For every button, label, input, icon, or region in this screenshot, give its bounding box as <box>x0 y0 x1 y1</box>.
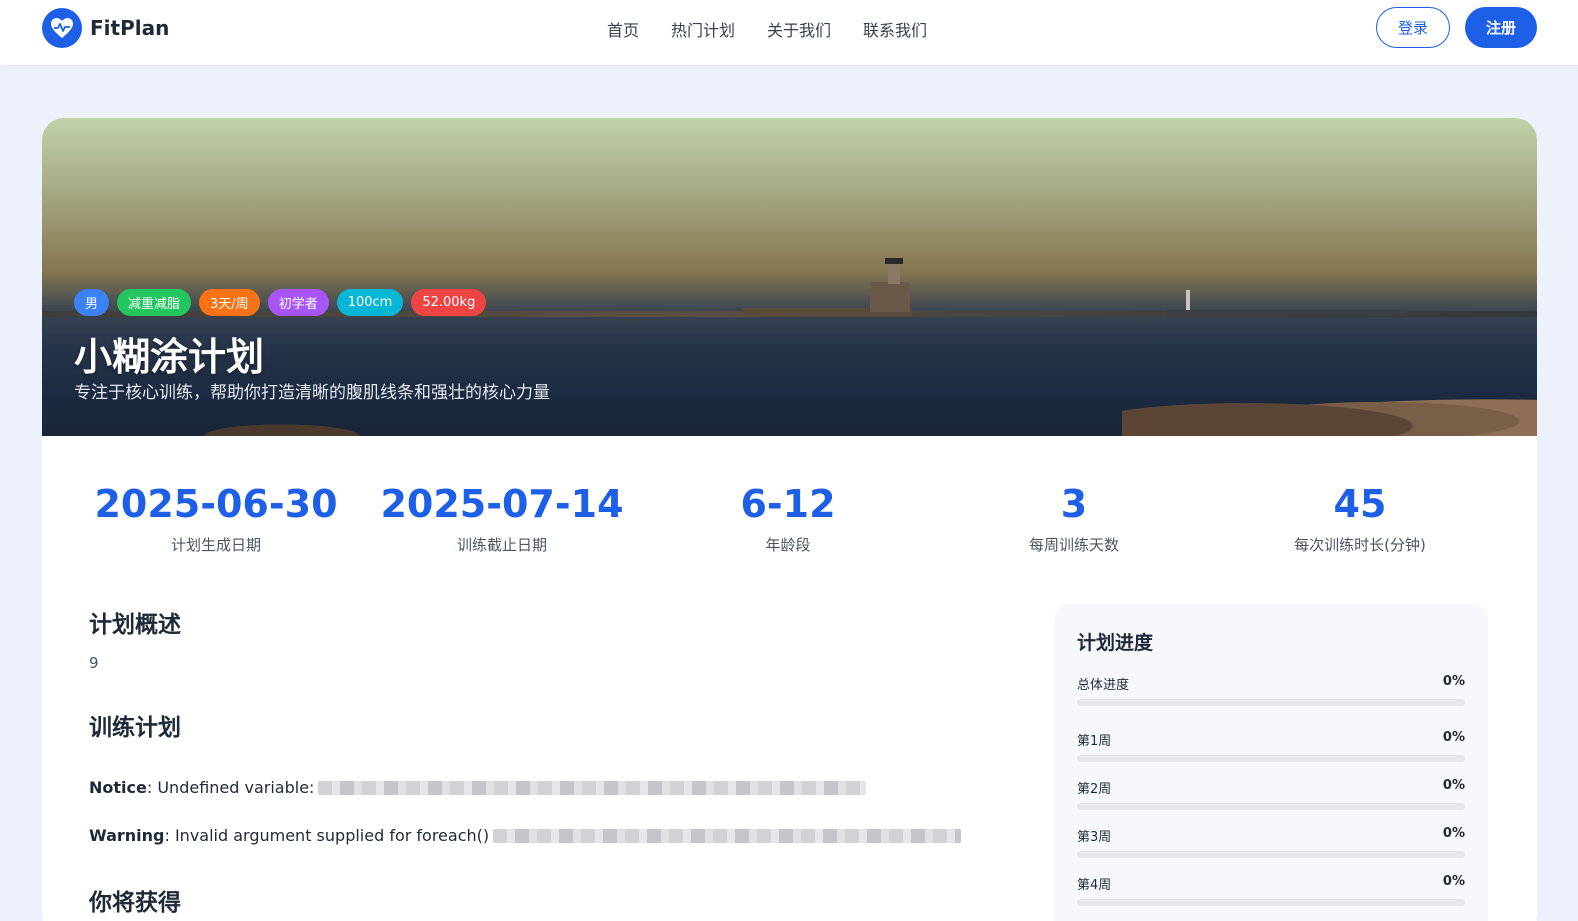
progress-percent: 0% <box>1442 826 1465 841</box>
progress-label: 第4周 <box>1077 878 1112 893</box>
nav-popular-plans[interactable]: 热门计划 <box>671 17 735 41</box>
progress-percent: 0% <box>1442 730 1465 745</box>
progress-panel: 计划进度 总体进度 0% 第1周 0% 第2周 0% 第3周 0% 第4周 0% <box>1054 604 1488 921</box>
php-warning: Warning : Invalid argument supplied for … <box>89 826 962 845</box>
stat-value: 2025-06-30 <box>94 482 338 526</box>
tag-frequency: 3天/周 <box>199 289 260 316</box>
stat-label: 每周训练天数 <box>1028 536 1119 554</box>
stat-days-per-week: 3 每周训练天数 <box>924 480 1224 555</box>
progress-bar <box>1077 899 1465 906</box>
overview-text: 9 <box>89 654 99 672</box>
progress-title: 计划进度 <box>1077 632 1154 654</box>
plan-subtitle: 专注于核心训练，帮助你打造清晰的腹肌线条和强壮的核心力量 <box>74 383 550 403</box>
stat-label: 年龄段 <box>765 536 811 554</box>
plan-tags: 男 减重减脂 3天/周 初学者 100cm 52.00kg <box>74 289 494 316</box>
progress-row-overall: 总体进度 0% <box>1077 674 1465 706</box>
notice-label: Notice <box>89 778 147 797</box>
stat-value: 2025-07-14 <box>380 482 624 526</box>
stat-session-duration: 45 每次训练时长(分钟) <box>1210 480 1510 555</box>
progress-bar <box>1077 851 1465 858</box>
progress-label: 第1周 <box>1077 734 1112 749</box>
training-heading: 训练计划 <box>89 715 181 741</box>
progress-bar <box>1077 699 1465 706</box>
stat-created-date: 2025-06-30 计划生成日期 <box>66 480 366 555</box>
warning-text: : Invalid argument supplied for foreach(… <box>164 826 490 845</box>
nav-home[interactable]: 首页 <box>607 17 639 41</box>
register-button[interactable]: 注册 <box>1465 7 1537 48</box>
stat-label: 每次训练时长(分钟) <box>1294 536 1426 554</box>
progress-row-week-3: 第3周 0% <box>1077 826 1465 858</box>
heart-pulse-icon <box>42 8 82 48</box>
redacted-path <box>318 780 867 795</box>
plan-card: 男 减重减脂 3天/周 初学者 100cm 52.00kg 小糊涂计划 专注于核… <box>42 118 1537 921</box>
lighthouse-tower <box>888 262 900 284</box>
progress-percent: 0% <box>1442 778 1465 793</box>
top-navbar: FitPlan 首页 热门计划 关于我们 联系我们 登录 注册 <box>0 0 1578 65</box>
stat-end-date: 2025-07-14 训练截止日期 <box>352 480 652 555</box>
stat-value: 45 <box>1333 482 1387 526</box>
brand-name: FitPlan <box>90 16 170 40</box>
progress-row-week-4: 第4周 0% <box>1077 874 1465 906</box>
progress-label: 第3周 <box>1077 830 1112 845</box>
progress-row-week-2: 第2周 0% <box>1077 778 1465 810</box>
tag-goal: 减重减脂 <box>117 289 192 316</box>
lighthouse-top <box>885 258 903 264</box>
php-notice: Notice : Undefined variable: <box>89 778 867 797</box>
plan-title: 小糊涂计划 <box>74 335 265 379</box>
progress-percent: 0% <box>1442 674 1465 689</box>
tag-weight: 52.00kg <box>411 289 487 316</box>
notice-text: : Undefined variable: <box>146 778 315 797</box>
progress-row-week-1: 第1周 0% <box>1077 730 1465 762</box>
progress-bar <box>1077 803 1465 810</box>
gain-heading: 你将获得 <box>89 890 181 916</box>
lighthouse-base <box>870 282 910 312</box>
tag-height: 100cm <box>336 289 404 316</box>
login-button[interactable]: 登录 <box>1376 7 1450 48</box>
progress-label: 总体进度 <box>1077 678 1130 693</box>
stat-label: 训练截止日期 <box>456 536 547 554</box>
progress-bar <box>1077 755 1465 762</box>
brand[interactable]: FitPlan <box>42 8 169 48</box>
redacted-path <box>493 828 962 843</box>
stat-value: 3 <box>1060 482 1088 526</box>
stat-age-range: 6-12 年龄段 <box>638 480 938 555</box>
nav-contact[interactable]: 联系我们 <box>863 17 927 41</box>
hero-rocks <box>1122 386 1537 436</box>
hero-rocks-left <box>202 418 402 436</box>
tag-gender: 男 <box>74 289 110 316</box>
progress-percent: 0% <box>1442 874 1465 889</box>
tag-level: 初学者 <box>267 289 329 316</box>
nav-about[interactable]: 关于我们 <box>767 17 831 41</box>
stat-label: 计划生成日期 <box>170 536 261 554</box>
hero-banner: 男 减重减脂 3天/周 初学者 100cm 52.00kg 小糊涂计划 专注于核… <box>42 118 1537 436</box>
progress-label: 第2周 <box>1077 782 1112 797</box>
overview-heading: 计划概述 <box>89 612 181 638</box>
stat-value: 6-12 <box>740 482 836 526</box>
main-nav: 首页 热门计划 关于我们 联系我们 <box>607 17 959 41</box>
hero-post <box>1186 290 1190 310</box>
warning-label: Warning <box>89 826 165 845</box>
hero-far-pier <box>1167 310 1407 316</box>
